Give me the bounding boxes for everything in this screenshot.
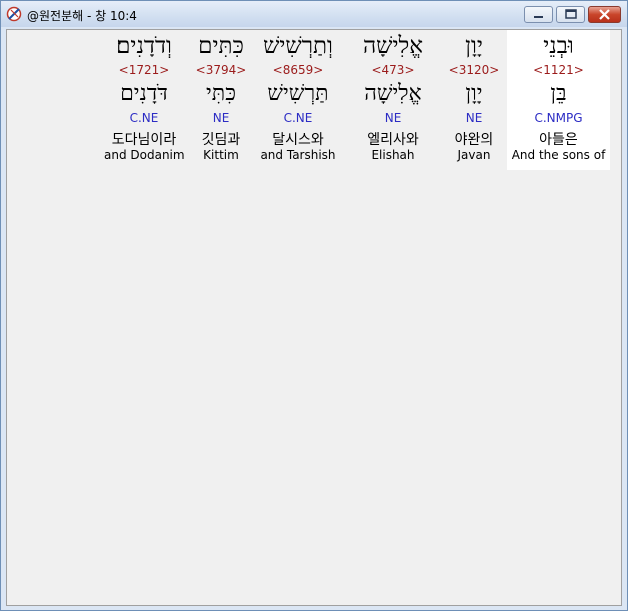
morph-code[interactable]: NE	[348, 111, 438, 125]
hebrew-word: כִּתִּים	[198, 33, 244, 59]
english-gloss: Elishah	[371, 148, 415, 162]
hebrew-word: אֱלִישָׁה	[362, 33, 424, 59]
korean-gloss: 깃딤과	[201, 132, 241, 148]
hebrew-lemma: כִּתִּי	[206, 81, 236, 106]
morph-code[interactable]: C.NE	[254, 111, 342, 125]
english-gloss: and Tarshish	[260, 148, 336, 162]
maximize-button[interactable]	[556, 6, 585, 23]
close-button[interactable]	[588, 6, 621, 23]
interlinear-row: וּבְנֵי <1121> בֵּן C.NMPG 아들은 And the s…	[7, 30, 623, 172]
korean-gloss: 야완의	[454, 132, 494, 148]
english-gloss: and Dodanim	[104, 148, 185, 162]
hebrew-word: יָוָן	[465, 33, 483, 59]
word-column[interactable]: יָוָן <3120> יָוָן NE 야완의 Javan	[439, 30, 509, 170]
korean-gloss: 도다님이라	[111, 132, 177, 148]
morph-code[interactable]: C.NMPG	[507, 111, 610, 125]
morph-code[interactable]: NE	[439, 111, 509, 125]
hebrew-lemma: יָוָן	[465, 81, 483, 106]
korean-gloss: 아들은	[539, 132, 578, 148]
hebrew-lemma: תַּרְשִׁישׁ	[267, 81, 329, 106]
minimize-icon	[534, 16, 543, 18]
word-column[interactable]: וְתַרְשִׁישׁ <8659> תַּרְשִׁישׁ C.NE 달시스…	[254, 30, 342, 170]
word-column[interactable]: כִּתִּים <3794> כִּתִּי NE 깃딤과 Kittim	[190, 30, 252, 170]
app-logo-icon[interactable]	[6, 6, 22, 22]
strong-number[interactable]: <8659>	[254, 63, 342, 77]
english-gloss: Javan	[457, 148, 491, 162]
hebrew-word: וְתַרְשִׁישׁ	[263, 33, 333, 59]
app-window: @원전분해 - 창 10:4 וּבְנֵי <1121> בֵּן C.NMP	[0, 0, 628, 611]
korean-gloss: 엘리사와	[367, 132, 419, 148]
hebrew-word: וְדֹדָנִים׃	[116, 33, 172, 59]
minimize-button[interactable]	[524, 6, 553, 23]
interlinear-pane[interactable]: וּבְנֵי <1121> בֵּן C.NMPG 아들은 And the s…	[6, 29, 622, 606]
word-column[interactable]: וּבְנֵי <1121> בֵּן C.NMPG 아들은 And the s…	[507, 30, 610, 170]
morph-code[interactable]: NE	[190, 111, 252, 125]
window-title: @원전분해 - 창 10:4	[27, 9, 137, 23]
hebrew-word: וּבְנֵי	[543, 33, 574, 59]
strong-number[interactable]: <1721>	[104, 63, 184, 77]
english-gloss: And the sons of	[511, 148, 606, 162]
morph-code[interactable]: C.NE	[104, 111, 184, 125]
strong-number[interactable]: <473>	[348, 63, 438, 77]
close-icon	[599, 9, 610, 20]
strong-number[interactable]: <1121>	[507, 63, 610, 77]
english-gloss: Kittim	[203, 148, 239, 162]
strong-number[interactable]: <3794>	[190, 63, 252, 77]
hebrew-lemma: אֱלִישָׁה	[364, 81, 422, 106]
hebrew-lemma: בֵּן	[550, 81, 567, 106]
strong-number[interactable]: <3120>	[439, 63, 509, 77]
word-column[interactable]: וְדֹדָנִים׃ <1721> דֹּדָנִים C.NE 도다님이라 …	[104, 30, 185, 170]
word-column[interactable]: אֱלִישָׁה <473> אֱלִישָׁה NE 엘리사와 Elisha…	[348, 30, 438, 170]
korean-gloss: 달시스와	[272, 132, 324, 148]
hebrew-lemma: דֹּדָנִים	[120, 81, 168, 106]
title-bar[interactable]: @원전분해 - 창 10:4	[1, 1, 627, 27]
maximize-icon	[565, 9, 577, 19]
